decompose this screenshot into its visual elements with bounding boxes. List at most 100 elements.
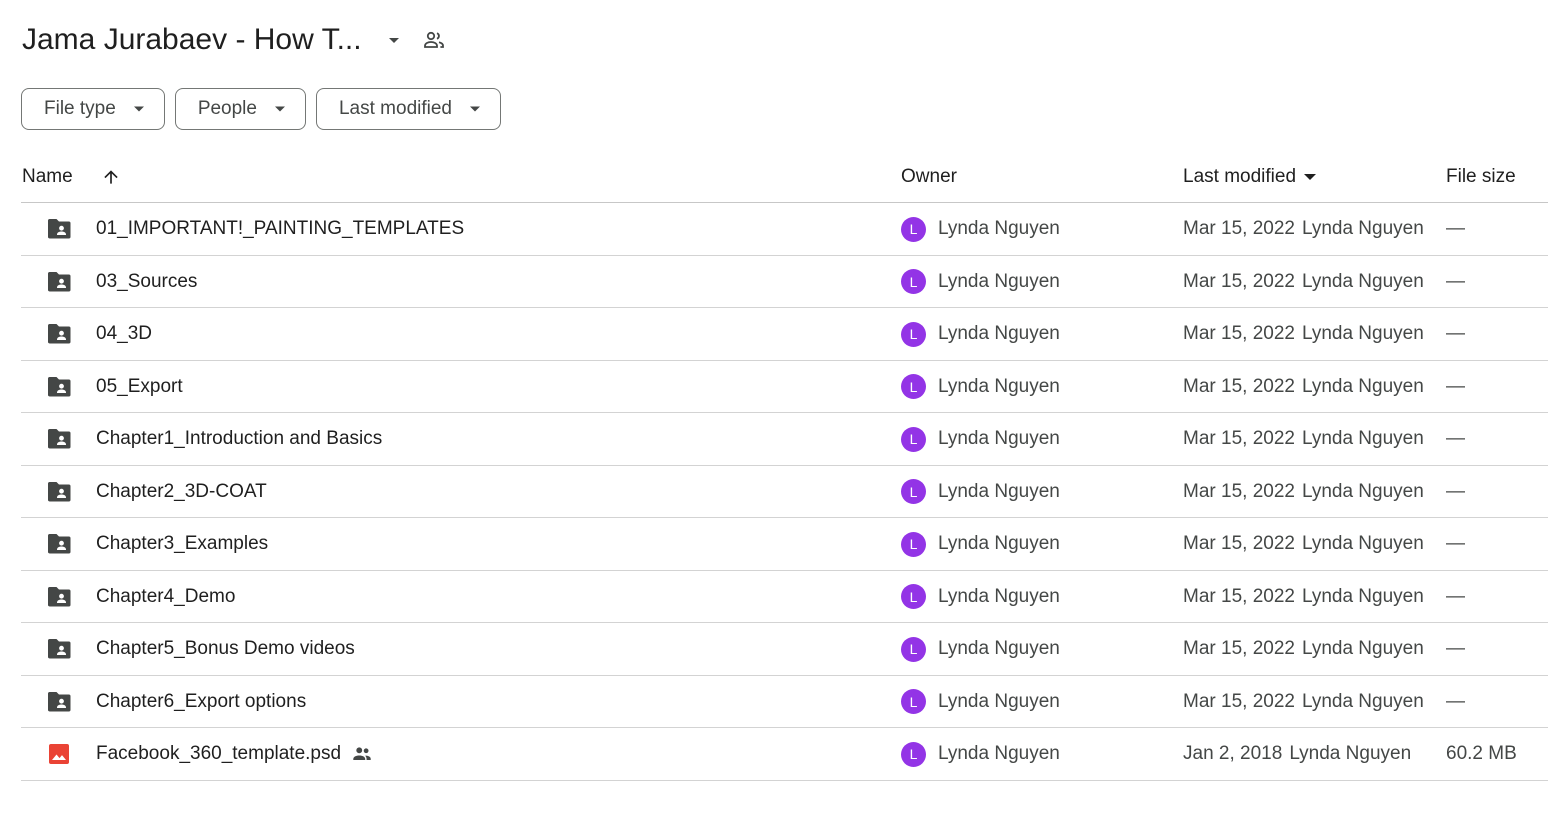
arrow-upward-icon[interactable] [101, 150, 121, 203]
owner-cell: L Lynda Nguyen [901, 256, 1060, 308]
chip-label: People [197, 98, 257, 119]
owner-name: Lynda Nguyen [938, 270, 1060, 292]
modified-by: Lynda Nguyen [1301, 218, 1424, 239]
file-name-cell[interactable]: Chapter2_3D-COAT [96, 466, 267, 518]
file-name-cell[interactable]: Chapter4_Demo [96, 571, 235, 623]
file-size-cell: 60.2 MB [1446, 743, 1517, 764]
owner-name: Lynda Nguyen [938, 690, 1060, 712]
column-header-owner[interactable]: Owner [901, 150, 957, 203]
avatar[interactable]: L [901, 426, 926, 452]
file-name-cell[interactable]: 04_3D [96, 308, 152, 360]
avatar[interactable]: L [901, 584, 926, 609]
table-body: 01_IMPORTANT!_PAINTING_TEMPLATES L Lynda N… [21, 203, 1548, 781]
file-name-cell[interactable]: Chapter6_Export options [96, 676, 306, 728]
arrow-drop-down-icon [273, 105, 287, 113]
owner-name: Lynda Nguyen [938, 323, 1060, 344]
avatar[interactable]: L [901, 689, 926, 714]
table-row[interactable]: Chapter5_Bonus Demo videos L Lynda Nguyen M… [21, 623, 1548, 676]
shared-folder-icon [45, 571, 73, 623]
modified-by: Lynda Nguyen [1301, 270, 1424, 292]
file-name-cell[interactable]: Chapter1_Introduction and Basics [96, 413, 382, 465]
avatar[interactable]: L [901, 374, 926, 399]
file-size-cell: — [1446, 533, 1465, 554]
table-row[interactable]: 01_IMPORTANT!_PAINTING_TEMPLATES L Lynda N… [21, 203, 1548, 256]
modified-date: Mar 15, 2022 [1183, 480, 1295, 502]
arrow-drop-down-icon[interactable] [382, 28, 406, 52]
shared-folder-icon [45, 466, 73, 518]
avatar[interactable]: L [901, 531, 926, 557]
header: Jama Jurabaev - How T... [22, 18, 448, 62]
file-name: Chapter6_Export options [96, 690, 307, 712]
file-name-cell[interactable]: 01_IMPORTANT!_PAINTING_TEMPLATES [96, 203, 464, 255]
column-header-last-modified[interactable]: Last modified [1183, 150, 1318, 203]
avatar[interactable]: L [901, 321, 926, 347]
modified-date: Jan 2, 2018 [1183, 743, 1283, 764]
file-name-cell[interactable]: 03_Sources [96, 256, 197, 308]
file-name: Chapter1_Introduction and Basics [96, 428, 383, 449]
column-header-name[interactable]: Name [22, 150, 73, 203]
file-name: 01_IMPORTANT!_PAINTING_TEMPLATES [96, 218, 465, 239]
table-row[interactable]: Facebook_360_template.psd L Lynda Nguyen Ja… [21, 728, 1548, 781]
owner-cell: L Lynda Nguyen [901, 676, 1060, 728]
shared-people-icon [351, 743, 373, 765]
owner-name: Lynda Nguyen [938, 585, 1060, 607]
table-row[interactable]: Chapter2_3D-COAT L Lynda Nguyen Mar 15, 202… [21, 466, 1548, 518]
last-modified-filter-chip[interactable]: Last modified [315, 88, 501, 130]
owner-name: Lynda Nguyen [938, 480, 1060, 502]
last-modified-cell: Mar 15, 2022 Lynda Nguyen [1183, 256, 1424, 308]
table-row[interactable]: 03_Sources L Lynda Nguyen Mar 15, 2022 Lynda… [21, 256, 1548, 308]
people-outline-icon[interactable] [420, 26, 448, 54]
people-filter-chip[interactable]: People [174, 88, 306, 130]
shared-folder-icon [45, 413, 73, 465]
chip-label: File type [44, 98, 116, 119]
shared-folder-icon [45, 361, 73, 413]
file-name: Chapter3_Examples [96, 533, 269, 554]
avatar[interactable]: L [901, 479, 926, 504]
file-name: Facebook_360_template.psd [96, 743, 342, 764]
modified-by: Lynda Nguyen [1301, 533, 1424, 554]
table-row[interactable]: Chapter1_Introduction and Basics L Lynda N… [21, 413, 1548, 466]
modified-by: Lynda Nguyen [1301, 585, 1424, 607]
shared-folder-icon [45, 256, 73, 308]
owner-name: Lynda Nguyen [938, 428, 1060, 449]
column-header-last-modified-label: Last modified [1183, 165, 1297, 187]
table-row[interactable]: 04_3D L Lynda Nguyen Mar 15, 2022 Lynda Nguy… [21, 308, 1548, 361]
arrow-drop-down-icon [132, 105, 146, 113]
shared-folder-icon [45, 203, 73, 255]
modified-date: Mar 15, 2022 [1183, 690, 1295, 712]
file-size-cell: — [1446, 638, 1465, 659]
file-name-cell[interactable]: Chapter5_Bonus Demo videos [96, 623, 355, 675]
owner-cell: L Lynda Nguyen [901, 413, 1060, 465]
modified-by: Lynda Nguyen [1301, 323, 1424, 344]
filter-bar: File type People Last modified [21, 88, 501, 130]
file-type-filter-chip[interactable]: File type [21, 88, 165, 130]
table-row[interactable]: Chapter3_Examples L Lynda Nguyen Mar 15, 20… [21, 518, 1548, 571]
file-name: 04_3D [96, 323, 152, 344]
avatar[interactable]: L [901, 741, 926, 767]
chip-label: Last modified [338, 98, 452, 119]
folder-title[interactable]: Jama Jurabaev - How T... [22, 23, 362, 57]
avatar[interactable]: L [901, 269, 926, 294]
modified-by: Lynda Nguyen [1301, 638, 1424, 659]
avatar[interactable]: L [901, 636, 926, 662]
table-row[interactable]: Chapter4_Demo L Lynda Nguyen Mar 15, 2022 Ly… [21, 571, 1548, 623]
image-file-icon [45, 728, 73, 780]
owner-cell: L Lynda Nguyen [901, 203, 1060, 255]
file-size-cell: — [1446, 480, 1465, 502]
modified-by: Lynda Nguyen [1301, 480, 1424, 502]
table-header: Name Owner Last modified File size [21, 150, 1548, 203]
avatar[interactable]: L [901, 216, 926, 242]
file-name-cell[interactable]: Facebook_360_template.psd [96, 728, 373, 780]
modified-date: Mar 15, 2022 [1183, 218, 1295, 239]
file-size-cell: — [1446, 218, 1465, 239]
owner-cell: L Lynda Nguyen [901, 361, 1060, 413]
modified-by: Lynda Nguyen [1301, 428, 1424, 449]
column-header-file-size[interactable]: File size [1446, 150, 1516, 203]
file-name: Chapter5_Bonus Demo videos [96, 638, 355, 659]
table-row[interactable]: Chapter6_Export options L Lynda Nguyen Mar … [21, 676, 1548, 728]
file-name-cell[interactable]: 05_Export [96, 361, 183, 413]
table-row[interactable]: 05_Export L Lynda Nguyen Mar 15, 2022 Lynda … [21, 361, 1548, 413]
file-name-cell[interactable]: Chapter3_Examples [96, 518, 268, 570]
modified-date: Mar 15, 2022 [1183, 270, 1295, 292]
owner-cell: L Lynda Nguyen [901, 623, 1060, 675]
